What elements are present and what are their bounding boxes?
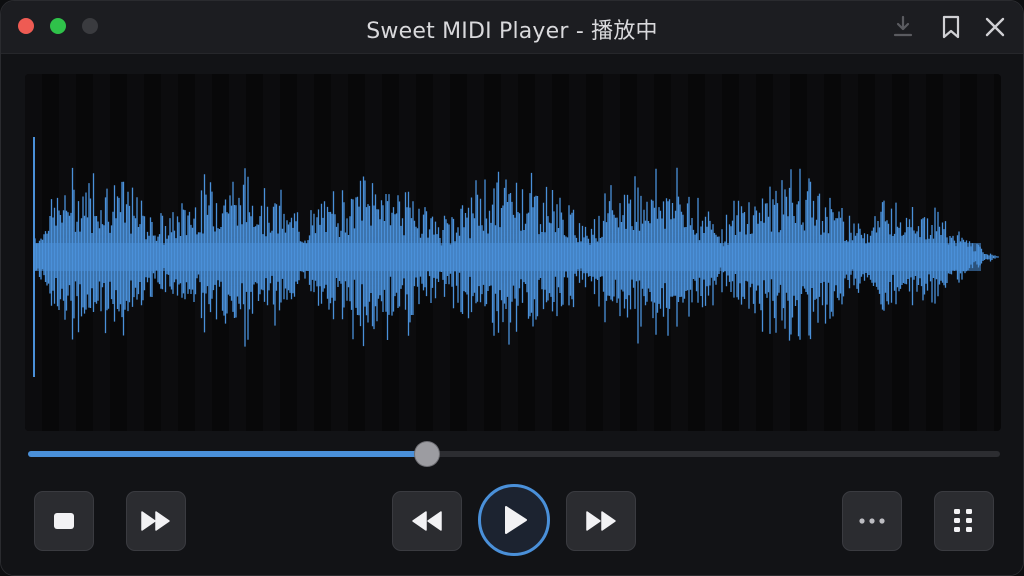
player-window: Sweet MIDI Player - 播放中 [0,0,1024,576]
fast-forward-button[interactable] [566,491,636,551]
stop-button[interactable] [34,491,94,551]
fast-forward-icon [586,511,616,531]
transport-controls [1,475,1023,575]
play-button[interactable] [478,484,550,556]
title-bar[interactable]: Sweet MIDI Player - 播放中 [1,1,1023,54]
seek-bar[interactable] [28,442,1000,466]
grid-dots-icon [954,509,972,532]
more-horizontal-icon [859,518,885,524]
rewind-icon [412,511,442,531]
bookmark-icon[interactable] [937,13,965,41]
download-icon[interactable] [889,13,917,41]
window-title: Sweet MIDI Player - 播放中 [366,19,658,44]
rewind-button[interactable] [392,491,462,551]
waveform-display[interactable] [25,74,1001,431]
play-icon [505,506,527,534]
skip-forward-button[interactable] [126,491,186,551]
seek-thumb[interactable] [414,442,439,466]
more-button[interactable] [842,491,902,551]
fast-forward-icon [141,511,170,531]
close-icon[interactable] [981,13,1009,41]
stop-icon [54,513,74,529]
seek-progress-fill [28,451,427,457]
playlist-button[interactable] [934,491,994,551]
waveform-graphic [25,74,999,431]
